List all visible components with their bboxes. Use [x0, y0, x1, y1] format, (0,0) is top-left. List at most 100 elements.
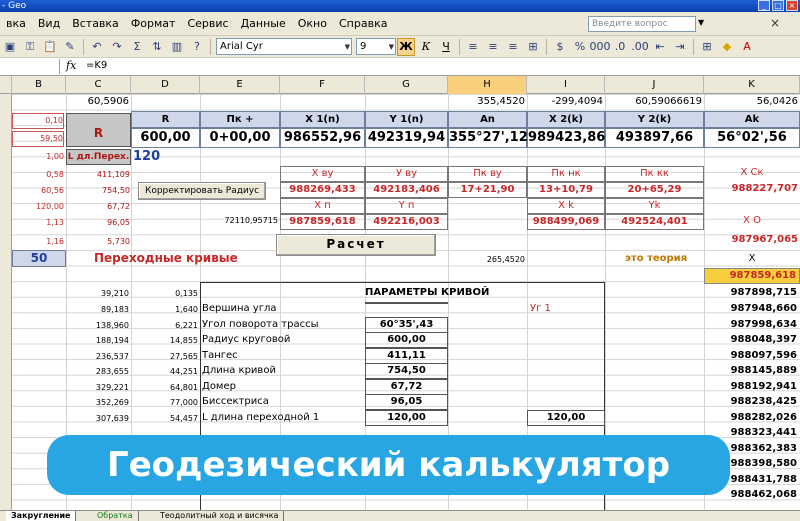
help-question-input[interactable]: Введите вопрос	[588, 16, 696, 32]
close-icon[interactable]: ×	[786, 0, 798, 11]
radius-value[interactable]: 600,00	[131, 128, 200, 148]
cell-d-list[interactable]: 6,221	[131, 319, 198, 333]
menu-item-format[interactable]: Формат	[125, 17, 182, 30]
column-header-f[interactable]: F	[280, 76, 365, 94]
cell-b2[interactable]: 0,10	[12, 113, 64, 129]
param-value[interactable]: 600,00	[365, 332, 448, 348]
column-header-e[interactable]: E	[200, 76, 280, 94]
align-center-icon[interactable]: ≡	[484, 38, 502, 56]
increase-indent-icon[interactable]: ⇥	[671, 38, 689, 56]
cell-b9[interactable]: 1,16	[12, 235, 64, 249]
highlighted-value[interactable]: 987859,618	[704, 268, 800, 284]
percent-icon[interactable]: %	[571, 38, 589, 56]
cell-c5[interactable]: 411,109	[66, 168, 130, 182]
cell-c8[interactable]: 96,05	[66, 216, 130, 230]
decrease-indent-icon[interactable]: ⇤	[651, 38, 669, 56]
x-p-value[interactable]: 987859,618	[280, 214, 365, 230]
paste-icon[interactable]: 📋	[41, 38, 59, 56]
column-header-b[interactable]: B	[12, 76, 66, 94]
redo-icon[interactable]: ↷	[108, 38, 126, 56]
cell-i1[interactable]: -299,4094	[527, 95, 603, 109]
ak-value[interactable]: 56°02',56	[704, 128, 800, 148]
cell-c-list[interactable]: 188,194	[66, 334, 129, 348]
formula-input[interactable]: =K9	[86, 60, 107, 71]
menu-item-view[interactable]: Вид	[32, 17, 66, 30]
row-headers[interactable]	[0, 94, 12, 510]
font-color-icon[interactable]: A	[738, 38, 756, 56]
font-size-select[interactable]: 9 ▼	[356, 38, 396, 55]
cell-d-list[interactable]: 54,457	[131, 412, 198, 426]
sort-icon[interactable]: ⇅	[148, 38, 166, 56]
cell-k-list[interactable]: 987948,660	[704, 302, 800, 316]
menu-item-tools[interactable]: Сервис	[181, 17, 234, 30]
increase-decimal-icon[interactable]: .0	[611, 38, 629, 56]
param-extra-value[interactable]: 120,00	[527, 410, 605, 426]
underline-button[interactable]: Ч	[437, 38, 455, 56]
cell-k-list[interactable]: 988097,596	[704, 349, 800, 363]
param-value[interactable]: 67,72	[365, 379, 448, 395]
param-value[interactable]: 411,11	[365, 348, 448, 364]
cell-c-list[interactable]: 307,639	[66, 412, 129, 426]
menu-item-data[interactable]: Данные	[235, 17, 292, 30]
calculate-button[interactable]: Расчет	[276, 234, 436, 256]
x1-value[interactable]: 986552,96	[280, 128, 365, 148]
close-document-icon[interactable]: ×	[770, 16, 780, 30]
cell-c-list[interactable]: 352,269	[66, 396, 129, 410]
pk-nk-value[interactable]: 13+10,79	[527, 182, 605, 198]
y1-value[interactable]: 492319,94	[365, 128, 448, 148]
sheet-tab-traverse[interactable]: Теодолитный ход и висячка	[155, 511, 285, 521]
menu-item-window[interactable]: Окно	[292, 17, 333, 30]
column-header-i[interactable]: I	[527, 76, 605, 94]
cell-j1[interactable]: 60,59066619	[605, 95, 702, 109]
cell-h-section[interactable]: 265,4520	[448, 253, 525, 267]
cell-k-list[interactable]: 987998,634	[704, 318, 800, 332]
param-value[interactable]	[365, 302, 448, 304]
cell-e8[interactable]: 72110,95715	[200, 214, 278, 228]
cell-c-list[interactable]: 329,221	[66, 381, 129, 395]
param-value[interactable]: 60°35',43	[365, 317, 448, 333]
cell-c6[interactable]: 754,50	[66, 184, 130, 198]
column-header-j[interactable]: J	[605, 76, 704, 94]
font-name-select[interactable]: Arial Cyr ▼	[216, 38, 352, 55]
decrease-decimal-icon[interactable]: .00	[631, 38, 649, 56]
select-all-corner[interactable]	[0, 76, 12, 94]
x-vu-value[interactable]: 988269,433	[280, 182, 365, 198]
x2-value[interactable]: 989423,86	[527, 128, 605, 148]
fill-color-icon[interactable]: ◆	[718, 38, 736, 56]
x-ck-value[interactable]: 988227,707	[704, 182, 798, 196]
cell-c-list[interactable]: 89,183	[66, 303, 129, 317]
column-header-c[interactable]: C	[66, 76, 131, 94]
italic-button[interactable]: К	[417, 38, 435, 56]
chevron-down-icon[interactable]: ▼	[698, 18, 704, 27]
maximize-icon[interactable]: □	[772, 0, 784, 11]
help-icon[interactable]: ?	[188, 38, 206, 56]
menu-item-insert[interactable]: Вставка	[66, 17, 125, 30]
name-box[interactable]	[0, 59, 60, 74]
cell-c-list[interactable]: 39,210	[66, 287, 129, 301]
save-icon[interactable]: ▣	[1, 38, 19, 56]
undo-icon[interactable]: ↶	[88, 38, 106, 56]
cell-c-list[interactable]: 283,655	[66, 365, 129, 379]
cell-c-list[interactable]: 138,960	[66, 319, 129, 333]
chart-icon[interactable]: ▥	[168, 38, 186, 56]
cell-k-list[interactable]: 987898,715	[704, 286, 800, 300]
autosum-icon[interactable]: Σ	[128, 38, 146, 56]
column-header-d[interactable]: D	[131, 76, 200, 94]
cell-d-list[interactable]: 44,251	[131, 365, 198, 379]
cell-d-list[interactable]: 1,640	[131, 303, 198, 317]
column-header-k[interactable]: K	[704, 76, 800, 94]
correct-radius-button[interactable]: Корректировать Радиус	[138, 182, 266, 200]
cell-k-list[interactable]: 988282,026	[704, 411, 800, 425]
section-b-value[interactable]: 50	[12, 250, 66, 267]
chevron-down-icon[interactable]: ▼	[389, 40, 394, 55]
function-icon[interactable]: fx	[66, 59, 76, 72]
an-value[interactable]: 355°27',12	[448, 128, 528, 148]
cell-c9[interactable]: 5,730	[66, 235, 130, 249]
y2-value[interactable]: 493897,66	[605, 128, 704, 148]
sheet-tab-curve[interactable]: Закругление	[6, 511, 77, 521]
column-header-h[interactable]: H	[448, 76, 527, 94]
cell-c-list[interactable]: 236,537	[66, 350, 129, 364]
cell-k1[interactable]: 56,0426	[704, 95, 798, 109]
param-value[interactable]: 754,50	[365, 363, 448, 379]
cell-k-list[interactable]: 988192,941	[704, 380, 800, 394]
